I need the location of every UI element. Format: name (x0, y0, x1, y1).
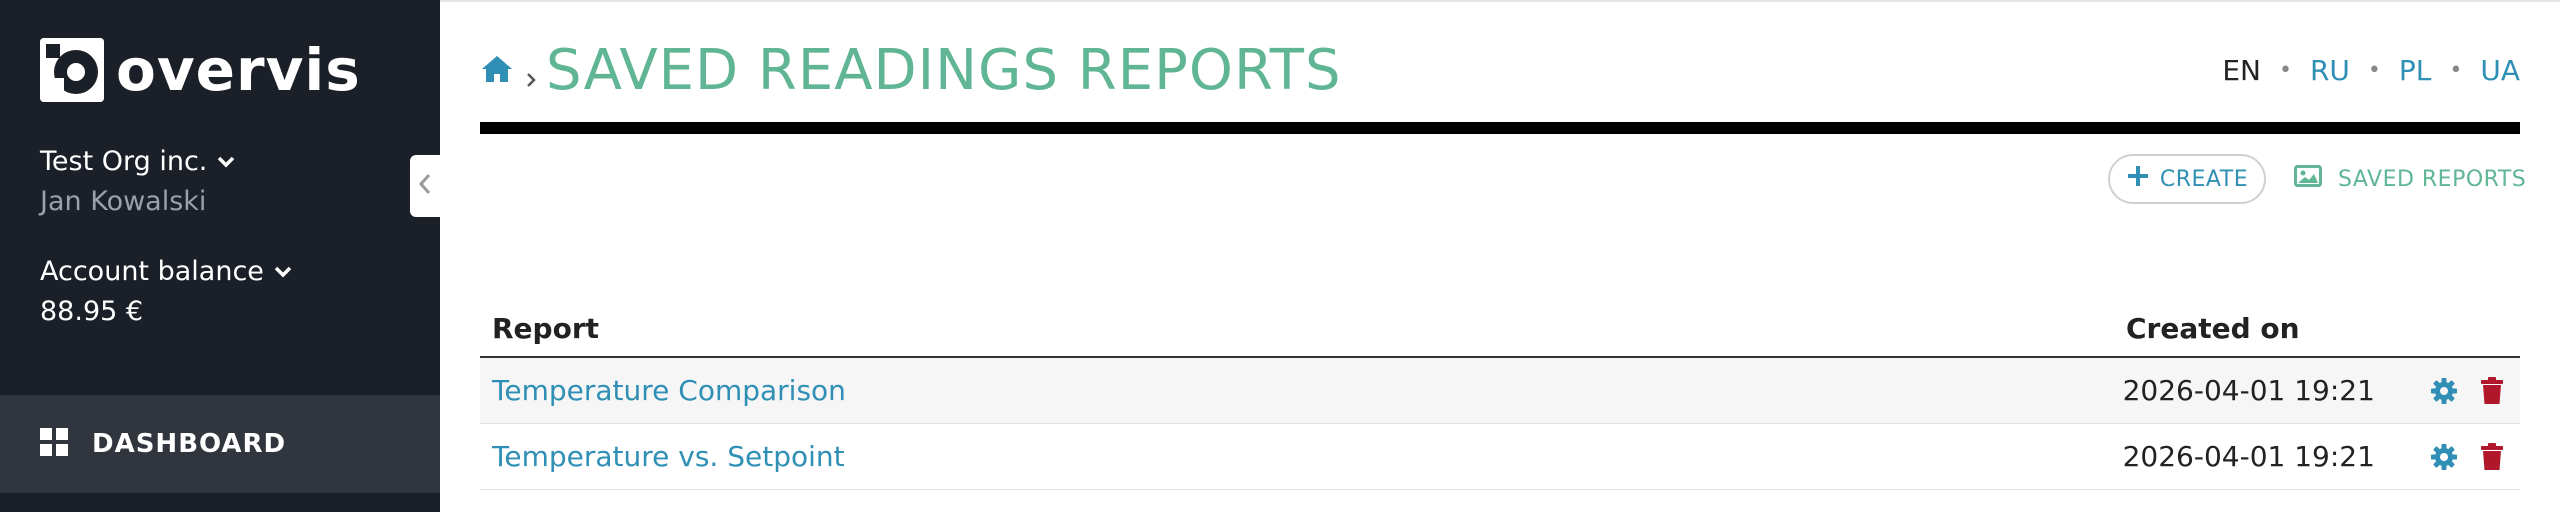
account-balance-label: Account balance (40, 256, 264, 287)
main-content: SAVED READINGS REPORTS EN • RU • PL • UA… (440, 0, 2560, 512)
chevron-left-icon (418, 172, 432, 200)
sidebar-collapse-button[interactable] (410, 155, 440, 217)
trash-icon[interactable] (2476, 375, 2508, 407)
breadcrumb: SAVED READINGS REPORTS (480, 38, 1342, 103)
saved-reports-label: SAVED REPORTS (2338, 166, 2527, 192)
gear-icon[interactable] (2428, 441, 2460, 473)
page-title: SAVED READINGS REPORTS (546, 38, 1342, 103)
lang-ua[interactable]: UA (2480, 54, 2520, 87)
table-header: Report Created on (480, 300, 2520, 358)
user-name: Jan Kowalski (40, 186, 207, 217)
language-switcher: EN • RU • PL • UA (2222, 54, 2520, 87)
separator-dot: • (2278, 58, 2292, 83)
column-header-report[interactable]: Report (480, 312, 2126, 345)
table-row: Temperature Comparison 2026-04-01 19:21 (480, 358, 2520, 424)
reports-table: Report Created on Temperature Comparison… (480, 300, 2520, 490)
top-border (440, 0, 2560, 2)
column-header-created-on[interactable]: Created on (2126, 312, 2416, 345)
chevron-right-icon (526, 72, 536, 88)
org-name: Test Org inc. (40, 146, 208, 177)
lang-ru[interactable]: RU (2310, 54, 2350, 87)
sidebar-item-dashboard[interactable]: DASHBOARD (0, 395, 440, 493)
chevron-down-icon (274, 266, 292, 278)
lang-pl[interactable]: PL (2399, 54, 2431, 87)
create-button-label: CREATE (2159, 166, 2249, 192)
logo-text: overvis (116, 36, 361, 104)
row-actions (2412, 375, 2520, 407)
separator-dot: • (2367, 58, 2381, 83)
grid-icon (40, 428, 68, 460)
trash-icon[interactable] (2476, 441, 2508, 473)
image-icon (2294, 165, 2322, 193)
chevron-down-icon (217, 156, 235, 168)
home-icon[interactable] (480, 54, 514, 88)
logo-mark-icon (40, 38, 104, 102)
created-on-cell: 2026-04-01 19:21 (2122, 374, 2375, 407)
report-link[interactable]: Temperature Comparison (480, 374, 2123, 407)
account-balance-toggle[interactable]: Account balance (40, 256, 292, 287)
sidebar-item-label: DASHBOARD (92, 429, 287, 459)
lang-en[interactable]: EN (2222, 54, 2261, 87)
logo[interactable]: overvis (40, 38, 361, 102)
table-row: Temperature vs. Setpoint 2026-04-01 19:2… (480, 424, 2520, 490)
saved-reports-button[interactable]: SAVED REPORTS (2294, 154, 2526, 204)
plus-icon (2126, 164, 2150, 194)
gear-icon[interactable] (2428, 375, 2460, 407)
created-on-cell: 2026-04-01 19:21 (2122, 440, 2375, 473)
report-link[interactable]: Temperature vs. Setpoint (480, 440, 2123, 473)
row-actions (2412, 441, 2520, 473)
account-balance-value: 88.95 € (40, 296, 144, 327)
create-button[interactable]: CREATE (2108, 154, 2266, 204)
separator-dot: • (2449, 58, 2463, 83)
sidebar: overvis Test Org inc. Jan Kowalski Accou… (0, 0, 440, 512)
org-switcher[interactable]: Test Org inc. (40, 146, 235, 177)
header-divider (480, 122, 2520, 134)
